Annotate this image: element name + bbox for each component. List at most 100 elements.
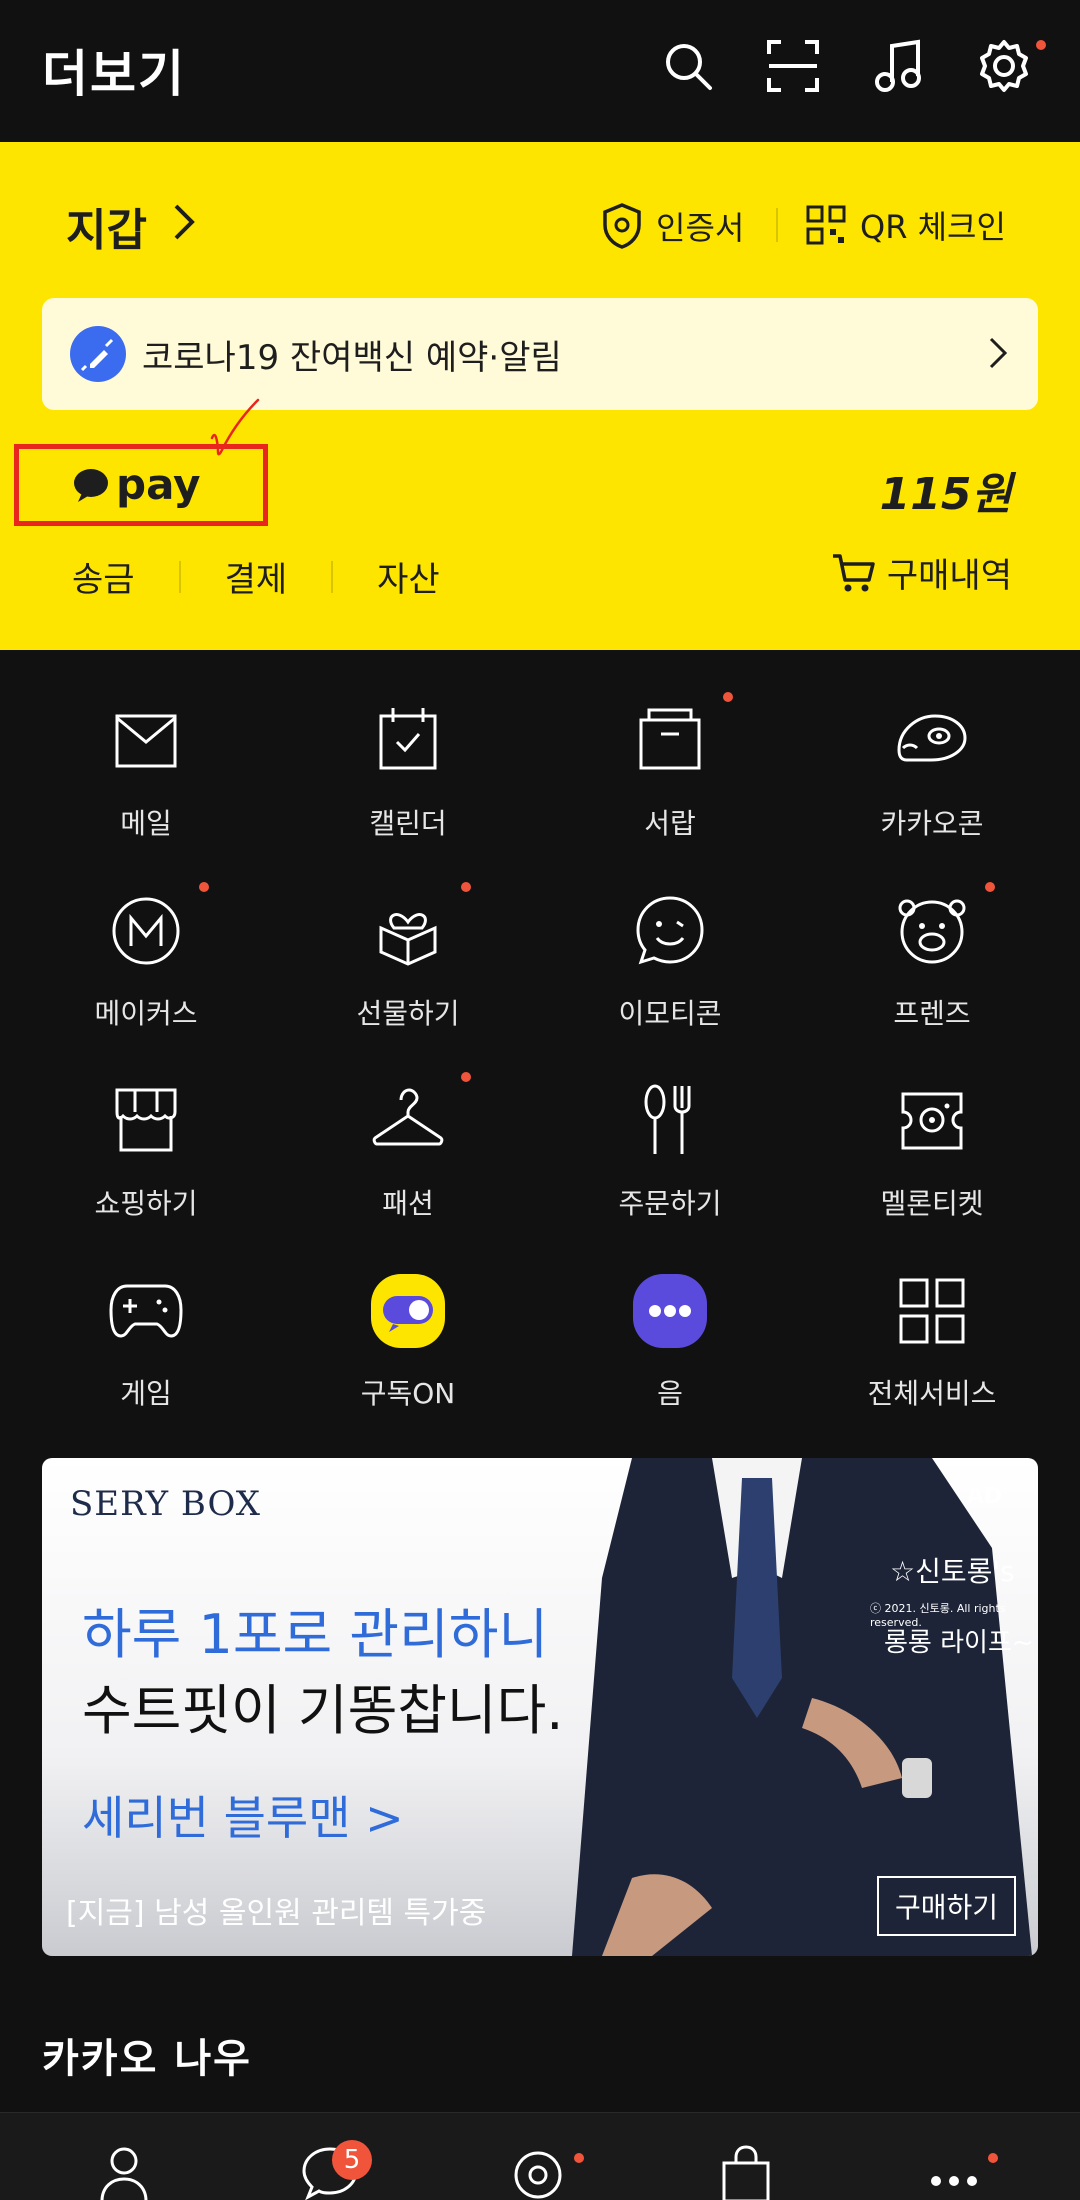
divider: [331, 560, 334, 593]
ad-buy-button[interactable]: 구매하기: [876, 1876, 1016, 1936]
service-label: 멜론티켓: [880, 1187, 984, 1220]
shopping-tab-icon[interactable]: [716, 2143, 776, 2200]
drawer-icon: [639, 708, 701, 770]
payment-link[interactable]: 결제: [225, 552, 288, 601]
emoticon-icon: [636, 896, 704, 965]
mail-icon: [115, 714, 177, 768]
ad-product-link: 세리번 블루맨 >: [82, 1791, 404, 1845]
syringe-icon: [70, 326, 126, 382]
more-tab-icon[interactable]: [924, 2143, 984, 2200]
service-label: 게임: [120, 1377, 172, 1410]
qr-checkin-label: QR 체크인: [860, 208, 1006, 246]
transfer-link[interactable]: 송금: [72, 552, 135, 601]
chevron-right-icon[interactable]: [172, 202, 196, 242]
service-subscribe-on[interactable]: 구독ON: [277, 1220, 539, 1410]
kakaocon-icon: [897, 714, 967, 762]
notification-dot: [988, 2153, 998, 2163]
view-tab-icon[interactable]: [508, 2143, 568, 2200]
bottom-navigation: [0, 2112, 1080, 2200]
shop-icon: [115, 1088, 177, 1152]
pay-links: 송금 결제 자산: [72, 552, 440, 601]
calendar-icon: [379, 708, 437, 770]
settings-icon[interactable]: [976, 38, 1032, 94]
service-mail[interactable]: 메일: [15, 650, 277, 840]
service-kakaocon[interactable]: 카카오콘: [801, 650, 1063, 840]
service-label: 이모티콘: [618, 997, 722, 1030]
certificate-label: 인증서: [656, 209, 745, 247]
wallet-section: 지갑 인증서 QR 체크인 코로나19 잔여백신 예약·알림 pay 115원 …: [0, 142, 1080, 650]
service-calendar[interactable]: 캘린더: [277, 650, 539, 840]
ad-tag: AD: [966, 1484, 1002, 1509]
service-melon-ticket[interactable]: 멜론티켓: [801, 1030, 1063, 1220]
notification-dot: [461, 882, 471, 892]
divider: [776, 208, 778, 242]
ad-overlay-name: ☆신토롱's: [890, 1555, 1015, 1588]
shield-icon: [603, 203, 641, 249]
banner-text: 코로나19 잔여백신 예약·알림: [142, 338, 562, 378]
friends-icon: [898, 899, 966, 964]
annotation-check-mark: [210, 398, 260, 456]
notification-dot: [461, 1072, 471, 1082]
service-label: 카카오콘: [880, 807, 984, 840]
ad-brand: SERY BOX: [70, 1484, 262, 1524]
service-game[interactable]: 게임: [15, 1220, 277, 1410]
subscribe-icon: [371, 1274, 445, 1348]
ad-banner[interactable]: SERY BOX AD ☆신토롱's ⓒ 2021. 신토롱. All righ…: [42, 1458, 1038, 1956]
service-emoticon[interactable]: 이모티콘: [539, 840, 801, 1030]
service-all-services[interactable]: 전체서비스: [801, 1220, 1063, 1410]
notification-dot: [985, 882, 995, 892]
service-label: 선물하기: [356, 997, 460, 1030]
ad-overlay-tagline: 롱롱 라이프~: [884, 1628, 1034, 1658]
service-order[interactable]: 주문하기: [539, 1030, 801, 1220]
divider: [178, 560, 181, 593]
top-header: 더보기: [0, 0, 1080, 142]
speech-bubble-icon: [74, 468, 108, 502]
settings-notification-dot: [1036, 40, 1046, 50]
notification-dot: [723, 692, 733, 702]
certificate-button[interactable]: 인증서: [600, 202, 744, 250]
service-makers[interactable]: 메이커스: [15, 840, 277, 1030]
vaccine-banner[interactable]: 코로나19 잔여백신 예약·알림: [42, 298, 1038, 410]
scan-icon[interactable]: [765, 38, 821, 94]
kakaopay-button[interactable]: pay: [72, 460, 201, 509]
service-gift[interactable]: 선물하기: [277, 840, 539, 1030]
service-shopping[interactable]: 쇼핑하기: [15, 1030, 277, 1220]
service-label: 전체서비스: [867, 1377, 997, 1410]
grid-icon: [899, 1278, 965, 1344]
music-icon[interactable]: [872, 38, 928, 94]
notification-dot: [574, 2153, 584, 2163]
assets-link[interactable]: 자산: [377, 552, 440, 601]
service-drawer[interactable]: 서랍: [539, 650, 801, 840]
gift-icon: [379, 913, 437, 966]
notification-dot: [199, 882, 209, 892]
service-friends[interactable]: 프렌즈: [801, 840, 1063, 1030]
pay-label: pay: [116, 460, 201, 509]
service-label: 메이커스: [94, 997, 198, 1030]
hanger-icon: [372, 1088, 444, 1146]
page-title: 더보기: [42, 45, 186, 103]
service-label: 메일: [120, 807, 172, 840]
service-eum[interactable]: 음: [539, 1220, 801, 1410]
service-label: 패션: [382, 1187, 434, 1220]
service-label: 구독ON: [360, 1377, 456, 1410]
friends-tab-icon[interactable]: [94, 2143, 154, 2200]
service-fashion[interactable]: 패션: [277, 1030, 539, 1220]
chevron-right-icon: [989, 337, 1008, 369]
qr-checkin-button[interactable]: QR 체크인: [806, 202, 1006, 248]
wallet-title[interactable]: 지갑: [66, 194, 147, 258]
makers-icon: [112, 897, 180, 965]
purchase-history-button[interactable]: 구매내역: [831, 548, 1012, 597]
eum-icon: [633, 1274, 707, 1348]
service-label: 서랍: [644, 807, 696, 840]
qr-code-icon: [806, 205, 846, 245]
search-icon[interactable]: [660, 38, 716, 94]
pay-balance[interactable]: 115원: [880, 458, 1012, 522]
cart-icon: [832, 553, 875, 591]
service-label: 프렌즈: [893, 997, 971, 1030]
service-label: 캘린더: [369, 807, 447, 840]
service-label: 음: [657, 1377, 683, 1410]
service-label: 주문하기: [618, 1187, 722, 1220]
ad-promo-text: [지금] 남성 올인원 관리템 특가중: [66, 1896, 487, 1931]
chat-unread-badge: 5: [332, 2140, 372, 2180]
ad-headline-1: 하루 1포로 관리하니: [82, 1603, 549, 1666]
